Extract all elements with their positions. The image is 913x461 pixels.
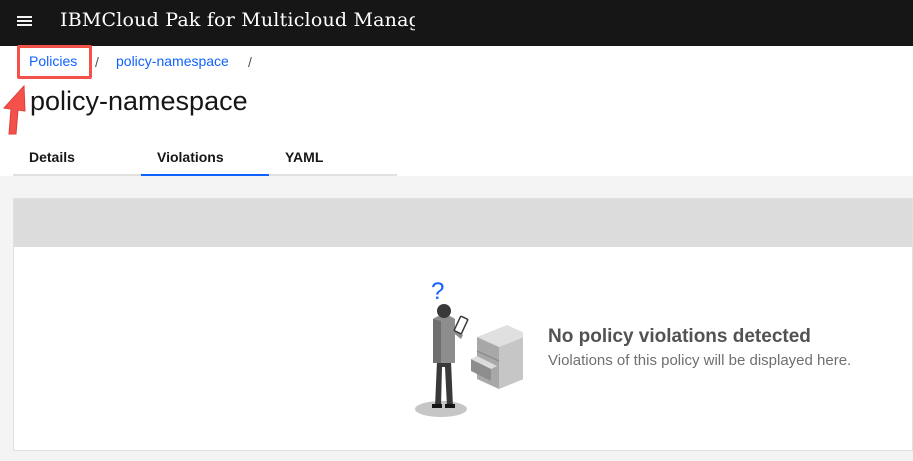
breadcrumb-separator: / (95, 54, 99, 70)
tab-yaml[interactable]: YAML (269, 140, 397, 176)
page-title: policy-namespace (30, 86, 248, 116)
breadcrumb-separator: / (248, 54, 252, 70)
breadcrumb-link-policies[interactable]: Policies (29, 53, 77, 69)
top-navigation-bar: IBMCloud Pak for Multicloud Management (0, 0, 913, 46)
tab-details[interactable]: Details (13, 140, 141, 176)
hamburger-menu-icon[interactable] (13, 10, 37, 34)
breadcrumb-link-policy-namespace[interactable]: policy-namespace (116, 53, 229, 69)
empty-state-description: Violations of this policy will be displa… (548, 352, 852, 369)
product-name: IBMCloud Pak for Multicloud Management (60, 9, 415, 31)
red-arrow-icon (2, 84, 26, 135)
violations-table-card: ? No policy violations detected Violatio… (13, 198, 913, 451)
breadcrumb: Policies / policy-namespace / (0, 46, 400, 80)
tab-violations[interactable]: Violations (141, 140, 269, 176)
empty-state-title: No policy violations detected (548, 326, 811, 347)
tab-list: Details Violations YAML (13, 140, 397, 176)
question-mark: ? (431, 278, 444, 305)
table-toolbar (14, 199, 912, 247)
person-with-filing-cabinet-illustration: ? (415, 278, 523, 417)
